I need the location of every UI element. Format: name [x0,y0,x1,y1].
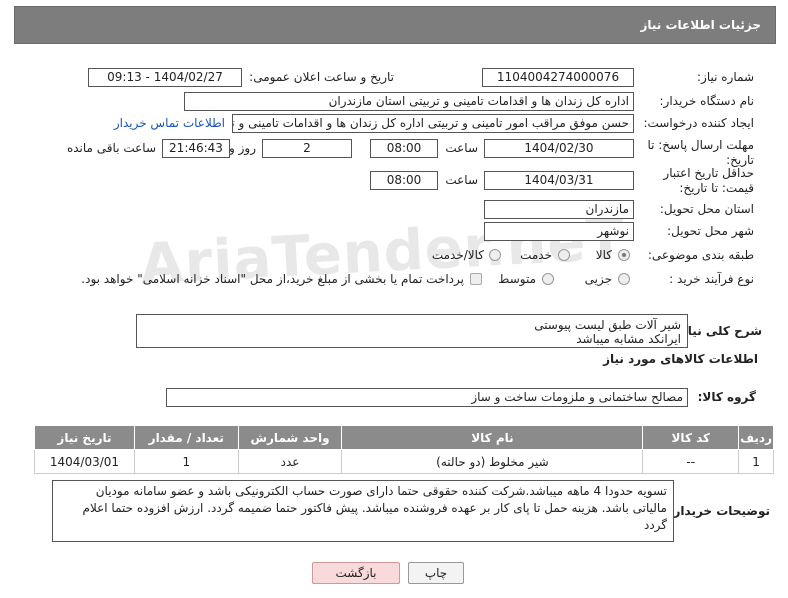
requester-label: ایجاد کننده درخواست: [643,116,754,130]
cell-goods-code: -- [642,449,740,474]
city-field[interactable]: نوشهر [484,222,634,241]
page-header: جزئیات اطلاعات نیاز [14,6,776,44]
category-option-goods: کالا [595,248,612,262]
col-header-need-date: تاریخ نیاز [34,425,135,450]
process-radio-minor[interactable] [618,273,630,285]
description-label: شرح کلی نیاز: [676,324,762,338]
process-radio-medium[interactable] [542,273,554,285]
cell-unit: عدد [237,449,343,474]
price-validity-time-field[interactable]: 08:00 [370,171,438,190]
goods-section-title: اطلاعات کالاهای مورد نیاز [603,352,758,366]
buyer-org-label: نام دستگاه خریدار: [659,94,755,108]
remaining-time-field[interactable]: 21:46:43 [162,139,230,158]
category-radio-goods-service[interactable] [489,249,501,261]
process-type-label: نوع فرآیند خرید : [669,272,754,286]
need-number-label: شماره نیاز: [697,70,754,84]
price-validity-date-field[interactable]: 1404/03/31 [484,171,634,190]
days-remaining-field[interactable]: 2 [262,139,352,158]
category-option-goods-service: کالا/خدمت [431,248,484,262]
goods-table: ردیف کد کالا نام کالا واحد شمارش تعداد /… [34,425,774,474]
buyer-org-field[interactable]: اداره کل زندان ها و اقدامات تامینی و ترب… [184,92,634,111]
details-panel: شماره نیاز: 1104004274000076 تاریخ و ساع… [14,50,776,590]
send-deadline-label: مهلت ارسال پاسخ: تا تاریخ: [647,138,754,167]
cell-goods-name: شیر مخلوط (دو حالته) [341,449,644,474]
requester-field[interactable]: حسن موفق مراقب امور تامینی و تربیتی ادار… [232,114,634,133]
print-button[interactable]: چاپ [408,562,464,584]
send-deadline-time-field[interactable]: 08:00 [370,139,438,158]
buyer-contact-link[interactable]: اطلاعات تماس خریدار [114,116,225,130]
goods-group-label: گروه کالا: [697,390,756,404]
process-option-medium: متوسط [498,272,536,286]
remaining-time-label: ساعت باقی مانده [66,141,156,155]
category-radio-goods[interactable] [618,249,630,261]
back-button[interactable]: بازگشت [312,562,400,584]
category-option-service: خدمت [520,248,552,262]
category-label: طبقه بندی موضوعی: [647,248,754,262]
days-label: روز و [229,141,256,155]
send-deadline-time-label: ساعت [445,141,478,155]
cell-need-date: 1404/03/01 [34,449,135,474]
description-field[interactable]: شیر آلات طبق لیست پیوستی ایرانکد مشابه م… [136,314,688,348]
buyer-notes-label: توضیحات خریدار: [668,504,770,518]
category-radio-service[interactable] [558,249,570,261]
announce-datetime-field[interactable]: 1404/02/27 - 09:13 [88,68,242,87]
col-header-unit: واحد شمارش [237,425,343,450]
province-label: استان محل تحویل: [659,202,754,216]
col-header-quantity: تعداد / مقدار [133,425,239,450]
page-title: جزئیات اطلاعات نیاز [640,18,761,32]
goods-group-field[interactable]: مصالح ساختمانی و ملزومات ساخت و ساز [166,388,688,407]
cell-quantity: 1 [133,449,239,474]
need-number-field[interactable]: 1104004274000076 [482,68,634,87]
table-header-row: ردیف کد کالا نام کالا واحد شمارش تعداد /… [34,425,774,450]
province-field[interactable]: مازندران [484,200,634,219]
col-header-row-number: ردیف [738,425,774,450]
price-validity-time-label: ساعت [445,173,478,187]
treasury-payment-note: پرداخت تمام یا بخشی از مبلغ خرید،از محل … [81,272,464,286]
process-option-minor: جزیی [584,272,612,286]
treasury-payment-checkbox[interactable] [470,273,482,285]
table-row[interactable]: 1 -- شیر مخلوط (دو حالته) عدد 1 1404/03/… [34,449,774,474]
city-label: شهر محل تحویل: [667,224,754,238]
cell-row-number: 1 [738,449,774,474]
buyer-notes-field[interactable]: تسویه حدودا 4 ماهه میباشد.شرکت کننده حقو… [52,480,674,542]
col-header-goods-name: نام کالا [341,425,644,450]
col-header-goods-code: کد کالا [642,425,740,450]
price-validity-label: حداقل تاریخ اعتبار قیمت: تا تاریخ: [663,166,754,195]
send-deadline-date-field[interactable]: 1404/02/30 [484,139,634,158]
announce-datetime-label: تاریخ و ساعت اعلان عمومی: [249,70,394,84]
